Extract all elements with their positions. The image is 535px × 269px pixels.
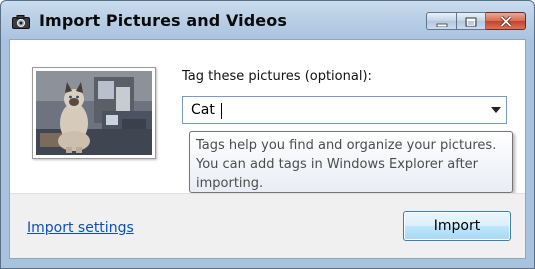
dialog-body: Tag these pictures (optional): Cat Tags … (9, 39, 526, 259)
maximize-icon (465, 12, 477, 31)
title-bar[interactable]: Import Pictures and Videos (1, 1, 534, 39)
minimize-button[interactable] (426, 12, 456, 30)
dropdown-arrow-icon[interactable] (491, 107, 501, 113)
close-icon (499, 12, 512, 31)
text-caret (221, 103, 222, 119)
tag-tooltip: Tags help you find and organize your pic… (189, 131, 513, 193)
maximize-button[interactable] (456, 12, 486, 30)
tag-input[interactable]: Cat (191, 102, 215, 118)
tooltip-line: You can add tags in Windows Explorer aft… (196, 157, 479, 172)
tooltip-line: importing. (196, 176, 264, 191)
import-settings-link[interactable]: Import settings (27, 220, 134, 236)
import-button[interactable]: Import (403, 211, 511, 241)
window-title: Import Pictures and Videos (39, 11, 287, 30)
tag-label: Tag these pictures (optional): (182, 69, 372, 84)
tag-combobox[interactable]: Cat (182, 96, 507, 124)
camera-icon (12, 14, 30, 29)
tooltip-line: Tags help you find and organize your pic… (196, 138, 497, 153)
close-button[interactable] (486, 12, 526, 30)
caption-buttons (426, 12, 526, 32)
import-dialog-window: Import Pictures and Videos Tag these pic… (0, 0, 535, 269)
photo-thumbnail (32, 67, 156, 159)
minimize-icon (436, 12, 448, 31)
